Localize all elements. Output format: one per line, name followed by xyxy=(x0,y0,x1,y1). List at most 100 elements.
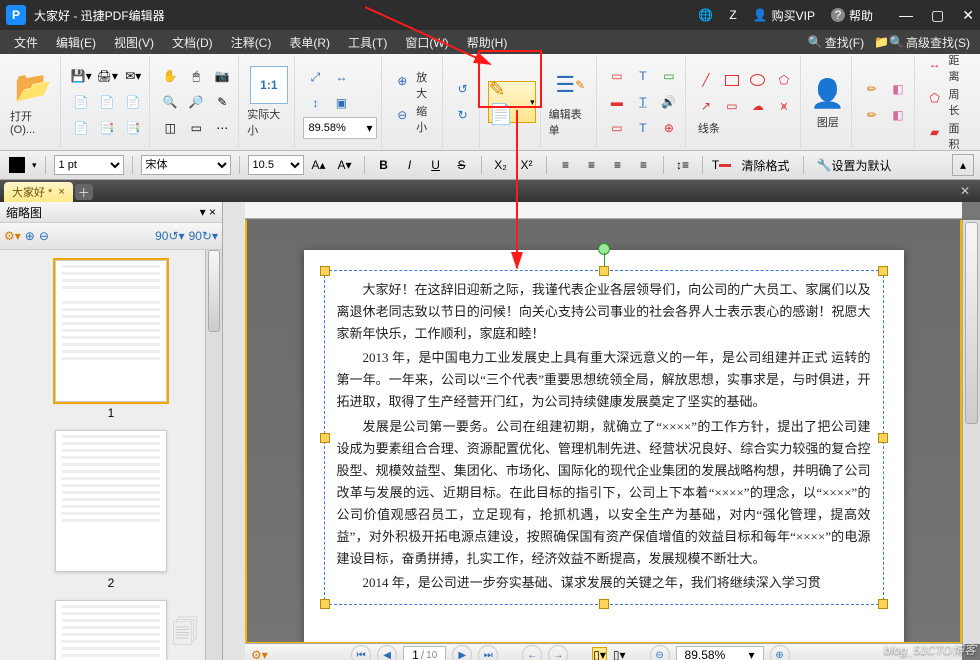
resize-handle[interactable] xyxy=(320,433,330,443)
first-page-button[interactable]: ⏮ xyxy=(351,645,371,660)
attach-icon[interactable]: ⊕ xyxy=(657,116,681,140)
nav-back-button[interactable]: ← xyxy=(522,645,542,660)
menu-tool[interactable]: 工具(T) xyxy=(340,32,395,53)
user-label[interactable]: Z xyxy=(729,8,736,22)
shrink-font-icon[interactable]: A▾ xyxy=(334,154,356,176)
strike-icon[interactable]: S xyxy=(451,154,473,176)
maximize-button[interactable]: ▢ xyxy=(931,7,944,24)
thumbnail-page-2[interactable]: 2 xyxy=(46,430,176,590)
thumb-zoomout-icon[interactable]: ⊖ xyxy=(39,229,49,243)
polyline-icon[interactable]: ⩙ xyxy=(772,94,796,118)
pencil-icon[interactable]: ✏ xyxy=(860,77,884,101)
clear-format-button[interactable]: 清除格式 xyxy=(737,154,795,176)
document-paragraph[interactable]: 2013 年，是中国电力工业发展史上具有重大深远意义的一年，是公司组建并正式 运… xyxy=(337,347,871,413)
text-t2-icon[interactable]: T xyxy=(631,116,655,140)
zoomout-icon[interactable]: ⊖ xyxy=(390,103,414,127)
tab-close-icon[interactable]: × xyxy=(58,186,64,198)
print-icon[interactable]: 🖨▾ xyxy=(95,64,119,88)
fit-width-icon[interactable]: ↔ xyxy=(329,65,353,89)
globe-icon[interactable]: 🌐 xyxy=(698,8,713,22)
pdf-page[interactable]: 大家好！在这辞旧迎新之际，我谨代表企业各层领导们，向公司的广大员工、家属们以及离… xyxy=(304,250,904,642)
superscript-icon[interactable]: X² xyxy=(516,154,538,176)
resize-handle[interactable] xyxy=(878,599,888,609)
mail-icon[interactable]: ✉▾ xyxy=(121,64,145,88)
nav-fwd-button[interactable]: → xyxy=(548,645,568,660)
zoom-box[interactable]: 89.58%▾ xyxy=(676,646,764,660)
highlight-icon[interactable]: ▬ xyxy=(605,90,629,114)
doc5-icon[interactable]: 📑 xyxy=(95,116,119,140)
open-icon[interactable]: 📂 xyxy=(14,68,52,106)
area-icon[interactable]: ▰ xyxy=(923,120,947,144)
last-page-button[interactable]: ⏭ xyxy=(478,645,498,660)
doc2-icon[interactable]: 📄 xyxy=(95,90,119,114)
collapse-ribbon-icon[interactable]: ▴ xyxy=(952,154,974,176)
status-settings-icon[interactable]: ⚙▾ xyxy=(251,648,268,660)
spacing-icon[interactable]: ↕≡ xyxy=(672,154,694,176)
document-paragraph[interactable]: 2014 年，是公司进一步夯实基础、谋求发展的关键之年，我们将继续深入学习贯 xyxy=(337,572,871,594)
resize-handle[interactable] xyxy=(599,599,609,609)
resize-handle[interactable] xyxy=(320,266,330,276)
line-icon[interactable]: ╱ xyxy=(694,68,718,92)
text-box-icon[interactable]: ▭ xyxy=(605,64,629,88)
edit-icon[interactable]: ✎ xyxy=(210,90,234,114)
document-paragraph[interactable]: 发展是公司第一要务。公司在组建初期，就确立了“××××”的工作方针，提出了把公司… xyxy=(337,416,871,571)
cloud-icon[interactable]: ☁ xyxy=(746,94,770,118)
continuous-icon[interactable]: ▯▾ xyxy=(613,648,626,660)
menu-file[interactable]: 文件 xyxy=(6,32,46,53)
zoom-input[interactable] xyxy=(304,122,362,134)
align-center-icon[interactable]: ≡ xyxy=(581,154,603,176)
resize-handle[interactable] xyxy=(320,599,330,609)
eraser-icon[interactable]: ◧ xyxy=(886,77,910,101)
snapshot-icon[interactable]: 📷 xyxy=(210,64,234,88)
zoom-out-button[interactable]: ⊖ xyxy=(650,645,670,660)
hand-icon[interactable]: ✋ xyxy=(158,64,182,88)
shape-icon[interactable]: ▭ xyxy=(184,116,208,140)
new-tab-button[interactable]: ＋ xyxy=(75,184,93,200)
prev-page-button[interactable]: ◀ xyxy=(377,645,397,660)
zoomin-icon[interactable]: ⊕ xyxy=(390,69,414,93)
color-swatch[interactable] xyxy=(6,154,28,176)
panel-menu-icon[interactable]: ▾ × xyxy=(200,205,216,219)
more-icon[interactable]: ⋯ xyxy=(210,116,234,140)
arrow-icon[interactable]: ↗ xyxy=(694,94,718,118)
rect-icon[interactable] xyxy=(720,68,744,92)
resize-handle[interactable] xyxy=(599,266,609,276)
align-right-icon[interactable]: ≡ xyxy=(607,154,629,176)
bold-icon[interactable]: B xyxy=(373,154,395,176)
sound-icon[interactable]: 🔊 xyxy=(657,90,681,114)
eraser2-icon[interactable]: ◧ xyxy=(886,103,910,127)
find-button[interactable]: 🔍查找(F) xyxy=(804,32,868,53)
loupe-icon[interactable]: 🔎 xyxy=(184,90,208,114)
crop-icon[interactable]: ◫ xyxy=(158,116,182,140)
strike-icon[interactable]: ▭ xyxy=(605,116,629,140)
size-combo[interactable]: 10.5 xyxy=(248,155,304,175)
buy-vip-button[interactable]: 👤购买VIP xyxy=(753,7,815,24)
advanced-find-button[interactable]: 📁🔍高级查找(S) xyxy=(870,32,974,53)
tabs-close-all-icon[interactable]: ✕ xyxy=(960,184,970,198)
menu-comment[interactable]: 注释(C) xyxy=(223,32,280,53)
rotate-left-icon[interactable]: ↺ xyxy=(451,77,475,101)
zoom-tool-icon[interactable]: 🔍 xyxy=(158,90,182,114)
stamp-icon[interactable]: ▭ xyxy=(657,64,681,88)
distance-icon[interactable]: ↔ xyxy=(923,52,947,76)
edit-form-icon[interactable]: ☰✎ xyxy=(551,66,589,104)
pencil2-icon[interactable]: ✏ xyxy=(860,103,884,127)
resize-handle[interactable] xyxy=(878,266,888,276)
close-button[interactable]: ✕ xyxy=(962,7,974,24)
align-justify-icon[interactable]: ≡ xyxy=(633,154,655,176)
menu-document[interactable]: 文档(D) xyxy=(164,32,221,53)
doc4-icon[interactable]: 📄 xyxy=(69,116,93,140)
italic-icon[interactable]: I xyxy=(399,154,421,176)
polygon-icon[interactable]: ⬠ xyxy=(772,68,796,92)
minimize-button[interactable]: — xyxy=(899,7,913,23)
font-combo[interactable]: 宋体 xyxy=(141,155,231,175)
thumb-rotate-left-icon[interactable]: 90↺▾ xyxy=(155,229,184,243)
doc6-icon[interactable]: 📑 xyxy=(121,116,145,140)
actual-size-icon[interactable]: 1:1 xyxy=(250,66,288,104)
text-color-icon[interactable]: T xyxy=(711,154,733,176)
thumb-settings-icon[interactable]: ⚙▾ xyxy=(4,229,21,243)
underline-icon[interactable]: T̲ xyxy=(631,90,655,114)
menu-edit[interactable]: 编辑(E) xyxy=(48,32,104,53)
fit-height-icon[interactable]: ↕ xyxy=(303,91,327,115)
set-default-button[interactable]: 🔧设置为默认 xyxy=(812,154,897,176)
